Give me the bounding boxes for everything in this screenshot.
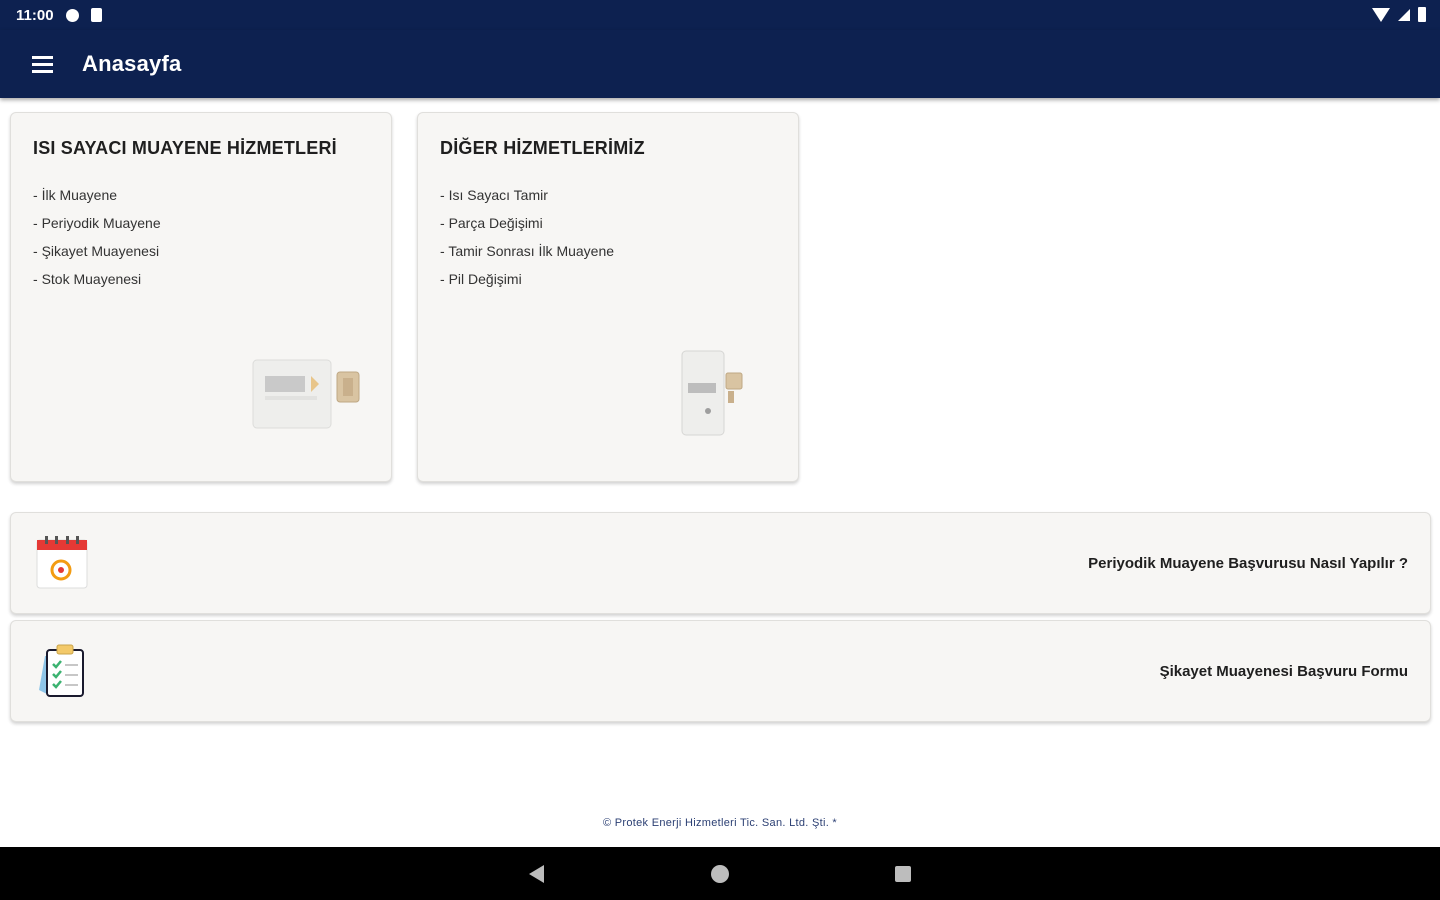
app-bar: Anasayfa bbox=[0, 30, 1440, 98]
list-item: İlk Muayene bbox=[33, 181, 369, 209]
signal-icon bbox=[1398, 8, 1410, 21]
gear-icon bbox=[65, 8, 79, 22]
list-item: Pil Değişimi bbox=[440, 265, 776, 293]
list-item: Tamir Sonrası İlk Muayene bbox=[440, 237, 776, 265]
periodic-inspection-howto-card[interactable]: Periyodik Muayene Başvurusu Nasıl Yapılı… bbox=[10, 512, 1431, 614]
card-title: ISI SAYACI MUAYENE HİZMETLERİ bbox=[33, 138, 337, 158]
list-item: Isı Sayacı Tamir bbox=[440, 181, 776, 209]
list-item: Periyodik Muayene bbox=[33, 209, 369, 237]
status-time: 11:00 bbox=[16, 6, 54, 24]
back-icon[interactable] bbox=[529, 865, 544, 883]
card-title: DİĞER HİZMETLERİMİZ bbox=[440, 138, 645, 158]
card-label: Şikayet Muayenesi Başvuru Formu bbox=[1159, 662, 1408, 680]
list-item: Şikayet Muayenesi bbox=[33, 237, 369, 265]
battery-icon bbox=[1418, 7, 1426, 22]
navigation-bar bbox=[0, 847, 1440, 900]
card-label: Periyodik Muayene Başvurusu Nasıl Yapılı… bbox=[1088, 554, 1408, 572]
list-item: Stok Muayenesi bbox=[33, 265, 369, 293]
service-list: İlk Muayene Periyodik Muayene Şikayet Mu… bbox=[33, 181, 369, 293]
home-icon[interactable] bbox=[711, 865, 729, 883]
footer-copyright: © Protek Enerji Hizmetleri Tic. San. Ltd… bbox=[602, 817, 838, 829]
wifi-icon bbox=[1372, 7, 1390, 22]
calendar-icon bbox=[36, 536, 88, 589]
heat-meter-image bbox=[252, 359, 360, 429]
page-title: Anasayfa bbox=[82, 51, 182, 76]
complaint-inspection-form-card[interactable]: Şikayet Muayenesi Başvuru Formu bbox=[10, 620, 1431, 722]
service-card-other-services[interactable]: DİĞER HİZMETLERİMİZ Isı Sayacı Tamir Par… bbox=[417, 112, 799, 482]
status-bar: 11:00 bbox=[0, 0, 1440, 30]
list-item: Parça Değişimi bbox=[440, 209, 776, 237]
service-list: Isı Sayacı Tamir Parça Değişimi Tamir So… bbox=[440, 181, 776, 293]
menu-icon[interactable] bbox=[14, 36, 70, 92]
sd-card-icon bbox=[90, 8, 102, 22]
meter-device-image bbox=[681, 350, 743, 436]
recent-apps-icon[interactable] bbox=[895, 866, 911, 882]
service-card-heat-meter-inspection[interactable]: ISI SAYACI MUAYENE HİZMETLERİ İlk Muayen… bbox=[10, 112, 392, 482]
clipboard-checklist-icon bbox=[39, 644, 84, 697]
